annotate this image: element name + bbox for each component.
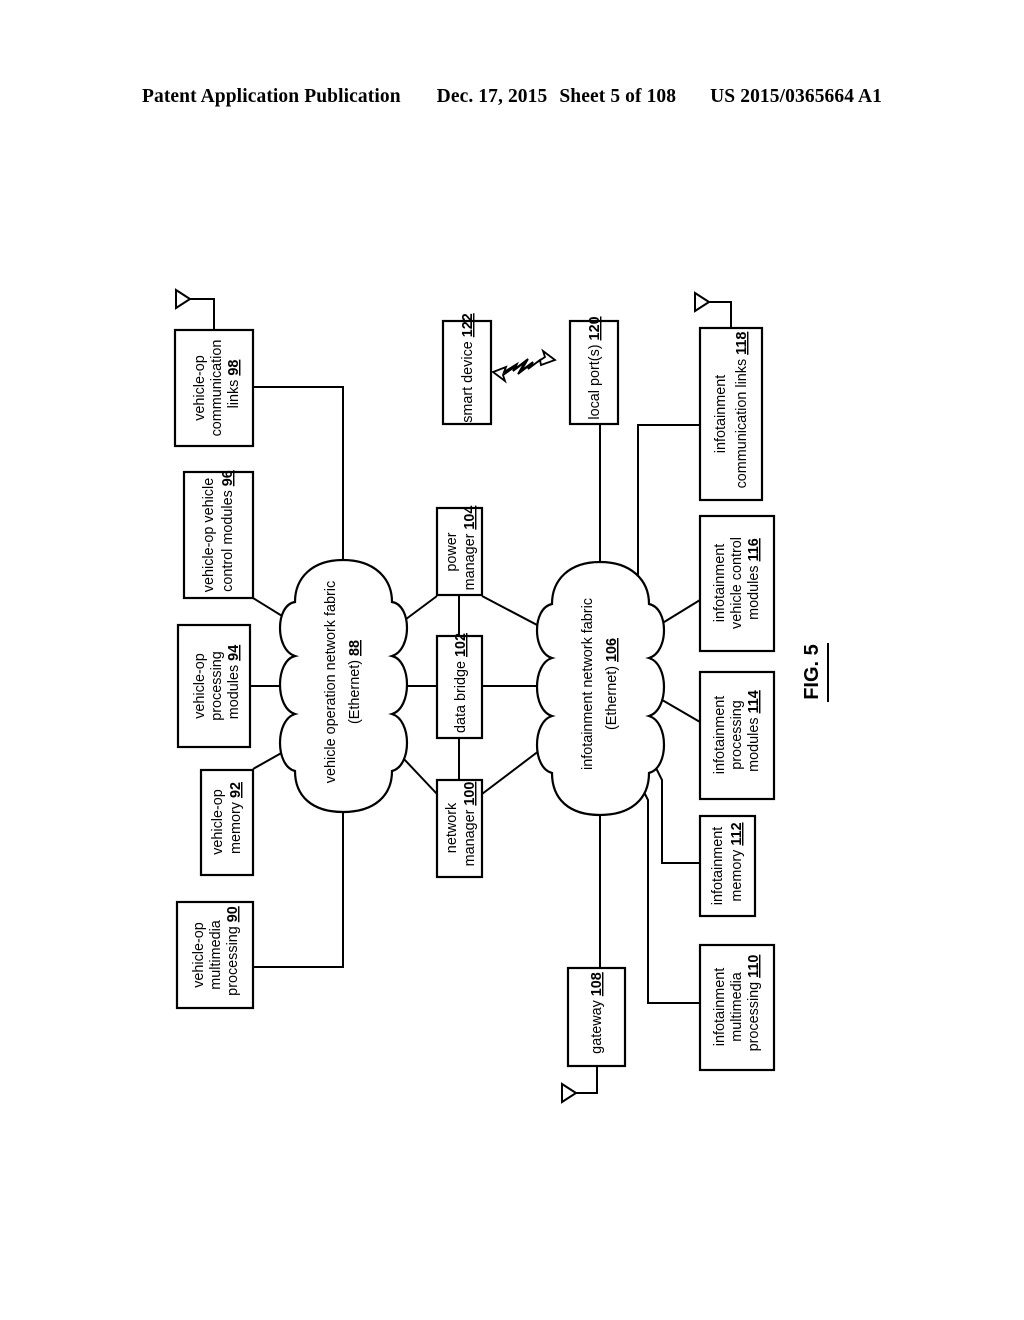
- link-90-to-vehicle-cloud: [253, 812, 344, 968]
- box-116-line2: vehicle control: [729, 537, 745, 629]
- vehicle-cloud-label-line2: (Ethernet) 88: [347, 612, 363, 760]
- box-infotainment-communication-links[interactable]: infotainment communication links 118: [698, 304, 764, 525]
- vehicle-operation-network-fabric-cloud: vehicle operation network fabric (Ethern…: [278, 553, 409, 819]
- box-90-line2: multimedia: [208, 920, 224, 990]
- box-infotainment-processing-modules[interactable]: infotainment processing modules 114: [698, 662, 776, 808]
- box-infotainment-memory[interactable]: infotainment memory 112: [698, 794, 757, 937]
- box-94-line1: vehicle-op: [192, 653, 208, 719]
- vehicle-cloud-label-line1: vehicle operation network fabric: [323, 553, 339, 819]
- box-104-line1: power: [444, 532, 460, 571]
- box-98-line1: vehicle-op: [192, 355, 208, 421]
- box-98-line3: links 98: [226, 332, 242, 445]
- box-92-line2: memory 92: [228, 754, 244, 890]
- box-96-line2: control modules 96: [220, 442, 236, 628]
- box-infotainment-vehicle-control-modules[interactable]: infotainment vehicle control modules 116: [698, 510, 776, 656]
- box-94-line3: modules 94: [226, 617, 242, 755]
- box-vehicle-op-vehicle-control-modules[interactable]: vehicle-op vehicle control modules 96: [182, 442, 255, 628]
- box-infotainment-multimedia-processing[interactable]: infotainment multimedia processing 110: [698, 927, 776, 1088]
- box-data-bridge[interactable]: data bridge 102: [435, 605, 484, 769]
- box-96-line1: vehicle-op vehicle: [201, 478, 217, 592]
- box-116-line1: infotainment: [712, 544, 728, 622]
- infotainment-cloud-label-line2: (Ethernet) 106: [604, 610, 620, 766]
- box-110-line2: multimedia: [729, 972, 745, 1042]
- box-120-line1: local port(s) 120: [587, 288, 603, 455]
- link-98-to-vehicle-cloud: [253, 386, 344, 560]
- box-110-line3: processing 110: [746, 927, 762, 1088]
- infotainment-cloud-label-line1: infotainment network fabric: [580, 570, 596, 806]
- box-114-line2: processing: [729, 700, 745, 770]
- figure-label-text: FIG. 5: [801, 644, 823, 700]
- box-116-line3: modules 116: [746, 510, 762, 656]
- link-infotainment-cloud-to-118: [637, 424, 700, 604]
- box-110-line1: infotainment: [712, 968, 728, 1046]
- box-100-line1: network: [444, 802, 460, 853]
- wireless-lightning-icon: [491, 348, 557, 384]
- box-vehicle-op-processing-modules[interactable]: vehicle-op processing modules 94: [176, 617, 252, 755]
- box-98-line2: communication: [209, 340, 225, 437]
- box-118-line2: communication links 118: [734, 304, 750, 525]
- antenna-icon-infotainment: [694, 291, 732, 328]
- box-90-line1: vehicle-op: [191, 922, 207, 988]
- box-vehicle-op-communication-links[interactable]: vehicle-op communication links 98: [173, 328, 255, 448]
- box-vehicle-op-memory[interactable]: vehicle-op memory 92: [199, 754, 255, 890]
- box-90-line3: processing 90: [225, 878, 241, 1032]
- box-114-line1: infotainment: [712, 696, 728, 774]
- figure-label: FIG. 5: [801, 643, 829, 702]
- box-114-line3: modules 114: [746, 662, 762, 808]
- box-104-line2: manager 104: [462, 478, 478, 627]
- box-vehicle-op-multimedia-processing[interactable]: vehicle-op multimedia processing 90: [175, 878, 255, 1032]
- box-112-line1: infotainment: [710, 827, 726, 905]
- box-102-line1: data bridge 102: [453, 605, 469, 769]
- link-infotainment-cloud-to-110: [631, 767, 700, 1004]
- figure-5-diagram: vehicle operation network fabric (Ethern…: [0, 0, 1024, 1320]
- patent-page: Patent Application Publication Dec. 17, 2…: [0, 0, 1024, 1320]
- box-112-line2: memory 112: [729, 794, 745, 937]
- box-122-line1: smart device 122: [460, 285, 476, 459]
- box-92-line1: vehicle-op: [210, 789, 226, 855]
- antenna-icon-vehicle: [175, 288, 215, 330]
- box-local-ports[interactable]: local port(s) 120: [568, 288, 620, 455]
- box-smart-device[interactable]: smart device 122: [441, 285, 493, 459]
- infotainment-network-fabric-cloud: infotainment network fabric (Ethernet) 1…: [535, 560, 666, 817]
- box-94-line2: processing: [209, 651, 225, 721]
- box-118-line1: infotainment: [713, 375, 729, 453]
- box-100-line2: manager 100: [462, 754, 478, 903]
